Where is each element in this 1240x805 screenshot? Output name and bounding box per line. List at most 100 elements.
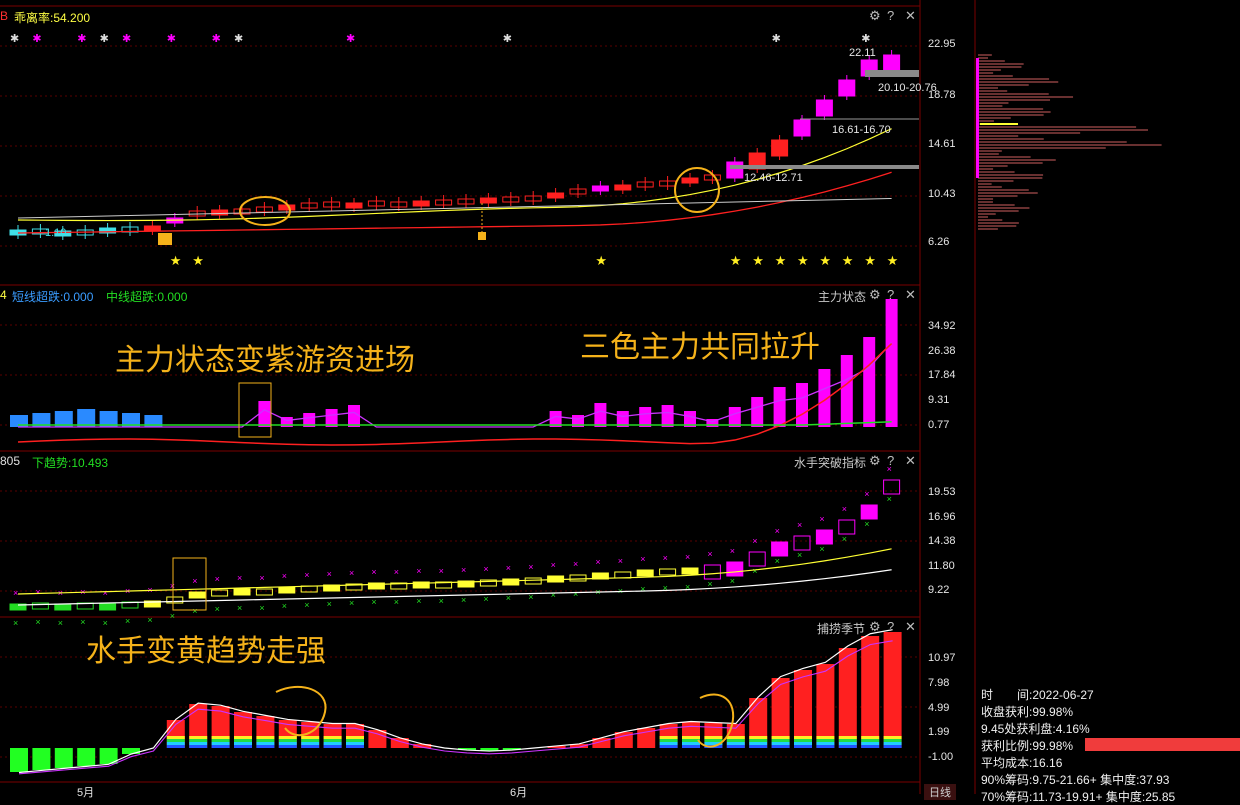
p4-axis-label: 10.97 bbox=[928, 652, 956, 664]
season-bar-green bbox=[10, 748, 28, 772]
season-stripe bbox=[659, 745, 678, 748]
signal-dot: ✱ bbox=[861, 33, 870, 45]
p2-axis-label: 26.38 bbox=[928, 345, 956, 357]
sailor-marker: × bbox=[842, 534, 847, 544]
sailor-marker: × bbox=[349, 568, 354, 578]
season-stripe bbox=[278, 745, 297, 748]
profit-ratio-bar bbox=[1085, 738, 1240, 751]
season-stripe bbox=[749, 736, 768, 739]
period-tab-daily[interactable]: 日线 bbox=[924, 784, 956, 800]
callout-tricolor-rise: 三色主力共同拉升 bbox=[580, 330, 820, 365]
season-stripe bbox=[726, 745, 745, 748]
season-stripe bbox=[838, 739, 857, 742]
season-stripe bbox=[211, 736, 230, 739]
panel1-close-icon[interactable]: ✕ bbox=[905, 8, 916, 24]
signal-star: ★ bbox=[887, 253, 899, 268]
season-stripe bbox=[278, 742, 297, 745]
sailor-marker: × bbox=[663, 583, 668, 593]
sailor-candle bbox=[771, 541, 789, 557]
chart-canvas[interactable]: ✱ ✱ ✱ ✱ ✱ ★ ✱ ★ ✱ ✱ ✱ ✱ ★ ★ ★ ★ ✱ ★ ★ ★ ★ ✱ ★ × × × × × × × × × × × × × × × × ×… bbox=[0, 0, 1240, 794]
signal-dot: ✱ bbox=[212, 33, 221, 45]
signal-star: ★ bbox=[595, 253, 607, 268]
signal-dot: ✱ bbox=[503, 33, 512, 45]
season-stripe bbox=[189, 736, 208, 739]
season-bar-green bbox=[77, 748, 96, 766]
magenta-bar bbox=[594, 403, 607, 427]
panel4-help-icon[interactable]: ? bbox=[887, 619, 894, 634]
panel3-close-icon[interactable]: ✕ bbox=[905, 453, 916, 469]
sailor-marker: × bbox=[864, 489, 869, 499]
sailor-marker: × bbox=[730, 546, 735, 556]
season-stripe bbox=[189, 745, 208, 748]
resistance-band bbox=[865, 70, 919, 77]
magenta-bar bbox=[796, 383, 808, 427]
signal-star: ★ bbox=[797, 253, 809, 268]
background bbox=[0, 0, 1240, 794]
season-stripe bbox=[704, 739, 723, 742]
sailor-marker: × bbox=[685, 552, 690, 562]
panel1-settings-icon[interactable]: ⚙ bbox=[869, 8, 881, 24]
signal-star: ★ bbox=[730, 253, 742, 268]
magenta-bar bbox=[863, 337, 876, 427]
season-stripe bbox=[166, 745, 185, 748]
panel2-prefix: 4 bbox=[0, 288, 7, 302]
signal-star: ★ bbox=[775, 253, 787, 268]
magenta-bar bbox=[661, 405, 674, 427]
panel4-close-icon[interactable]: ✕ bbox=[905, 619, 916, 635]
sailor-marker: × bbox=[842, 504, 847, 514]
season-stripe bbox=[794, 745, 812, 748]
sailor-marker: × bbox=[58, 618, 63, 628]
panel4-settings-icon[interactable]: ⚙ bbox=[869, 619, 881, 635]
sailor-marker: × bbox=[461, 595, 466, 605]
panel1-help-icon[interactable]: ? bbox=[887, 8, 894, 23]
panel2-help-icon[interactable]: ? bbox=[887, 287, 894, 302]
sailor-marker: × bbox=[640, 584, 645, 594]
signal-star: ★ bbox=[752, 253, 764, 268]
sailor-marker: × bbox=[551, 590, 556, 600]
season-stripe bbox=[166, 736, 185, 739]
sailor-marker: × bbox=[775, 556, 780, 566]
sailor-marker: × bbox=[707, 549, 712, 559]
magenta-bar bbox=[258, 401, 271, 427]
sailor-marker: × bbox=[80, 617, 85, 627]
season-stripe bbox=[726, 736, 745, 739]
season-stripe bbox=[211, 745, 230, 748]
sailor-marker: × bbox=[483, 594, 488, 604]
season-stripe bbox=[166, 739, 185, 742]
sailor-candle bbox=[860, 504, 878, 520]
season-stripe bbox=[256, 739, 275, 742]
panel3-title: 水手突破指标 bbox=[794, 456, 867, 470]
sailor-marker: × bbox=[506, 563, 511, 573]
season-stripe bbox=[816, 742, 835, 745]
panel2-close-icon[interactable]: ✕ bbox=[905, 287, 916, 303]
p4-axis-label: -1.00 bbox=[928, 751, 954, 763]
sailor-marker: × bbox=[215, 574, 220, 584]
sailor-candle bbox=[188, 591, 206, 599]
sailor-marker: × bbox=[573, 589, 578, 599]
panel2-settings-icon[interactable]: ⚙ bbox=[869, 287, 881, 303]
p1-axis-label: 6.26 bbox=[928, 236, 950, 248]
p2-axis-label: 9.31 bbox=[928, 394, 950, 406]
panel3-settings-icon[interactable]: ⚙ bbox=[869, 453, 881, 469]
sailor-marker: × bbox=[192, 576, 197, 586]
sailor-marker: × bbox=[147, 615, 152, 625]
sailor-candle bbox=[278, 586, 296, 594]
sailor-marker: × bbox=[416, 566, 421, 576]
sailor-marker: × bbox=[685, 582, 690, 592]
season-bar-green bbox=[32, 748, 51, 770]
price-annotation: 22.11 bbox=[849, 47, 876, 59]
sailor-marker: × bbox=[528, 562, 533, 572]
sailor-marker: × bbox=[416, 596, 421, 606]
season-stripe bbox=[346, 742, 364, 745]
season-stripe bbox=[771, 739, 790, 742]
season-stripe bbox=[256, 736, 275, 739]
mid-oversold-label: 中线超跌:0.000 bbox=[106, 290, 188, 304]
sailor-marker: × bbox=[259, 573, 264, 583]
magenta-bar bbox=[885, 299, 898, 427]
season-bar-green bbox=[54, 748, 73, 768]
season-stripe bbox=[816, 745, 835, 748]
panel3-help-icon[interactable]: ? bbox=[887, 453, 894, 468]
sailor-marker: × bbox=[215, 604, 220, 614]
sailor-marker: × bbox=[237, 573, 242, 583]
sailor-marker: × bbox=[640, 554, 645, 564]
